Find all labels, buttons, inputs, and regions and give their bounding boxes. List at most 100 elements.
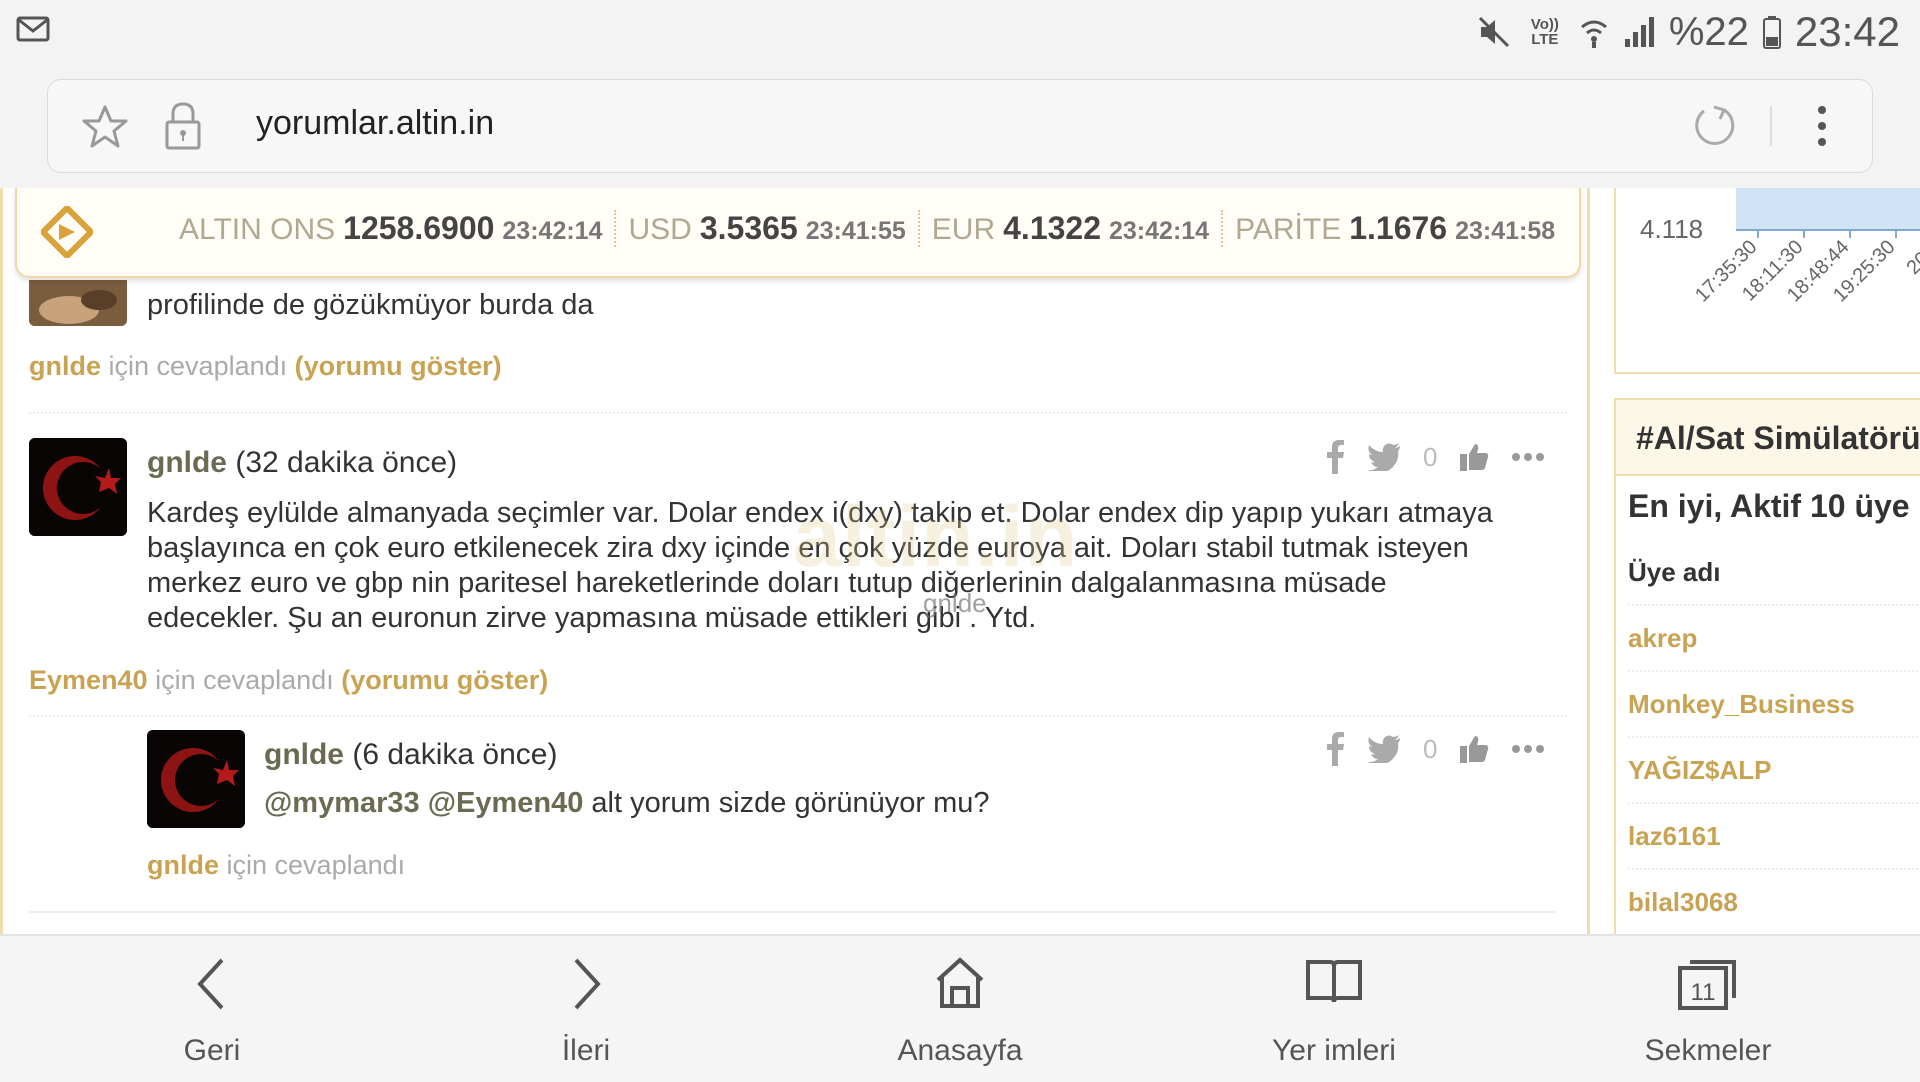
like-count: 0 (1423, 733, 1438, 764)
web-page: ALTIN ONS 1258.6900 23:42:14 USD 3.5365 … (0, 188, 1920, 934)
avatar[interactable] (29, 438, 127, 536)
member-link[interactable]: akrep (1628, 606, 1920, 672)
twitter-icon[interactable] (1367, 443, 1401, 471)
ticker-time: 23:41:55 (805, 217, 906, 245)
show-comment-link[interactable]: (yorumu göster) (341, 665, 548, 695)
url-text[interactable]: yorumlar.altin.in (256, 104, 494, 143)
member-link[interactable]: laz6161 (1628, 804, 1920, 870)
comment-actions: 0 (1325, 440, 1545, 474)
ticker-time: 23:41:58 (1455, 217, 1556, 245)
sidebar: 4.118 17:35:30 18:11:30 18:48:44 19:25:30 20… (1614, 188, 1920, 934)
comment-author[interactable]: gnlde (147, 446, 227, 479)
lock-icon[interactable] (164, 100, 202, 150)
chart-ytick: 4.118 (1640, 214, 1703, 244)
mail-icon (16, 16, 50, 42)
nav-label: Yer imleri (1272, 1034, 1396, 1067)
reload-icon[interactable] (1690, 102, 1738, 150)
bookmarks-icon[interactable] (1184, 954, 1484, 1014)
comment-actions: 0 (1325, 732, 1545, 766)
nav-label: İleri (561, 1034, 611, 1067)
nav-back[interactable]: Geri (62, 936, 362, 1082)
ticker-label: USD (628, 213, 692, 246)
nav-tabs[interactable]: 11 Sekmeler (1558, 936, 1858, 1082)
browser-bottom-nav: Geri İleri Anasayfa Yer imleri 11 Sekmel… (0, 934, 1920, 1082)
nav-label: Geri (183, 1034, 241, 1067)
mute-icon (1478, 16, 1509, 48)
divider (29, 412, 1567, 414)
nav-forward[interactable]: İleri (436, 936, 736, 1082)
ticker-parity[interactable]: PARİTE 1.1676 23:41:58 (1223, 210, 1567, 247)
back-icon[interactable] (62, 954, 362, 1014)
more-options-icon[interactable] (1511, 744, 1545, 754)
ticker-value: 1.1676 (1349, 210, 1448, 246)
comment-header: gnlde (32 dakika önce) (147, 446, 457, 480)
ticker-usd[interactable]: USD 3.5365 23:41:55 (616, 210, 920, 247)
mention-link[interactable]: @Eymen40 (428, 787, 584, 819)
facebook-icon[interactable] (1325, 732, 1345, 766)
clock: 23:42 (1794, 8, 1900, 55)
browser-toolbar: yorumlar.altin.in (0, 64, 1920, 188)
comment-text: profilinde de gözükmüyor burda da (147, 289, 594, 321)
divider (29, 715, 1567, 717)
panel-title[interactable]: #Al/Sat Simülatörü (1616, 400, 1920, 476)
battery-percent: %22 (1668, 9, 1749, 54)
watermark: altin.in (793, 489, 1079, 585)
more-options-icon[interactable] (1511, 452, 1545, 462)
member-link[interactable]: bilal3068 (1628, 870, 1920, 934)
reply-info: Eymen40 için cevaplandı (yorumu göster) (29, 665, 548, 696)
avatar[interactable] (29, 280, 127, 326)
mini-chart: 4.118 17:35:30 18:11:30 18:48:44 19:25:30 20… (1614, 188, 1920, 374)
reply-user-link[interactable]: gnlde (29, 351, 101, 381)
nav-label: Anasayfa (897, 1034, 1023, 1067)
show-comment-link[interactable]: (yorumu göster) (295, 351, 502, 381)
panel-subtitle: En iyi, Aktif 10 üye (1628, 488, 1910, 524)
more-menu-icon[interactable] (1816, 104, 1828, 148)
bookmark-star-icon[interactable] (82, 104, 128, 148)
divider (29, 911, 1557, 913)
ticker-label: PARİTE (1235, 213, 1342, 246)
volte-label: Vo)) LTE (1530, 16, 1559, 48)
ticker-gold[interactable]: ALTIN ONS 1258.6900 23:42:14 (167, 210, 617, 247)
ticker-label: EUR (931, 213, 996, 246)
address-bar[interactable]: yorumlar.altin.in (47, 79, 1873, 173)
home-icon[interactable] (810, 954, 1110, 1014)
price-ticker: ALTIN ONS 1258.6900 23:42:14 USD 3.5365 … (15, 188, 1581, 278)
nav-home[interactable]: Anasayfa (810, 936, 1110, 1082)
ticker-label: ALTIN ONS (179, 213, 336, 246)
reply-info: gnlde için cevaplandı (yorumu göster) (29, 351, 502, 382)
chart-svg: 4.118 17:35:3018:11:3018:48:4419:25:30 20… (1640, 188, 1920, 307)
status-bar: Vo)) LTE %22 23:42 (0, 0, 1920, 64)
forward-icon[interactable] (436, 954, 736, 1014)
twitter-icon[interactable] (1367, 735, 1401, 763)
chart-area-fill (1736, 188, 1920, 230)
battery-icon (1762, 16, 1781, 49)
thumbs-up-icon[interactable] (1459, 734, 1489, 764)
reply-user-link[interactable]: gnlde (147, 850, 219, 880)
reply-label: için cevaplandı (226, 850, 406, 880)
ticker-time: 23:42:14 (1109, 217, 1210, 245)
mention-link[interactable]: @mymar33 (264, 787, 420, 819)
tabs-icon[interactable]: 11 (1558, 954, 1858, 1014)
altin-logo-icon (41, 206, 93, 258)
ticker-value: 1258.6900 (343, 210, 495, 246)
toolbar-divider (1770, 106, 1772, 146)
thumbs-up-icon[interactable] (1459, 442, 1489, 472)
member-link[interactable]: Monkey_Business (1628, 672, 1920, 738)
facebook-icon[interactable] (1325, 440, 1345, 474)
tab-count: 11 (1691, 979, 1716, 1006)
comment-author[interactable]: gnlde (264, 738, 344, 771)
comment-line: edecekler. Şu an euronun zirve yapmasına… (147, 602, 1037, 634)
reply-user-link[interactable]: Eymen40 (29, 665, 148, 695)
avatar[interactable] (147, 730, 245, 828)
comments-column: ALTIN ONS 1258.6900 23:42:14 USD 3.5365 … (0, 188, 1581, 934)
signal-icon (1624, 17, 1654, 47)
ticker-eur[interactable]: EUR 4.1322 23:42:14 (920, 210, 1224, 247)
reply-info: gnlde için cevaplandı (147, 850, 405, 881)
comment-time: (6 dakika önce) (352, 738, 558, 771)
ticker-time: 23:42:14 (502, 217, 603, 245)
member-link[interactable]: YAĞIZ$ALP (1628, 738, 1920, 804)
watermark-name: gnlde (923, 588, 987, 618)
simulator-panel: #Al/Sat Simülatörü En iyi, Aktif 10 üye … (1614, 398, 1920, 934)
reply-label: için cevaplandı (155, 665, 334, 695)
nav-bookmarks[interactable]: Yer imleri (1184, 936, 1484, 1082)
